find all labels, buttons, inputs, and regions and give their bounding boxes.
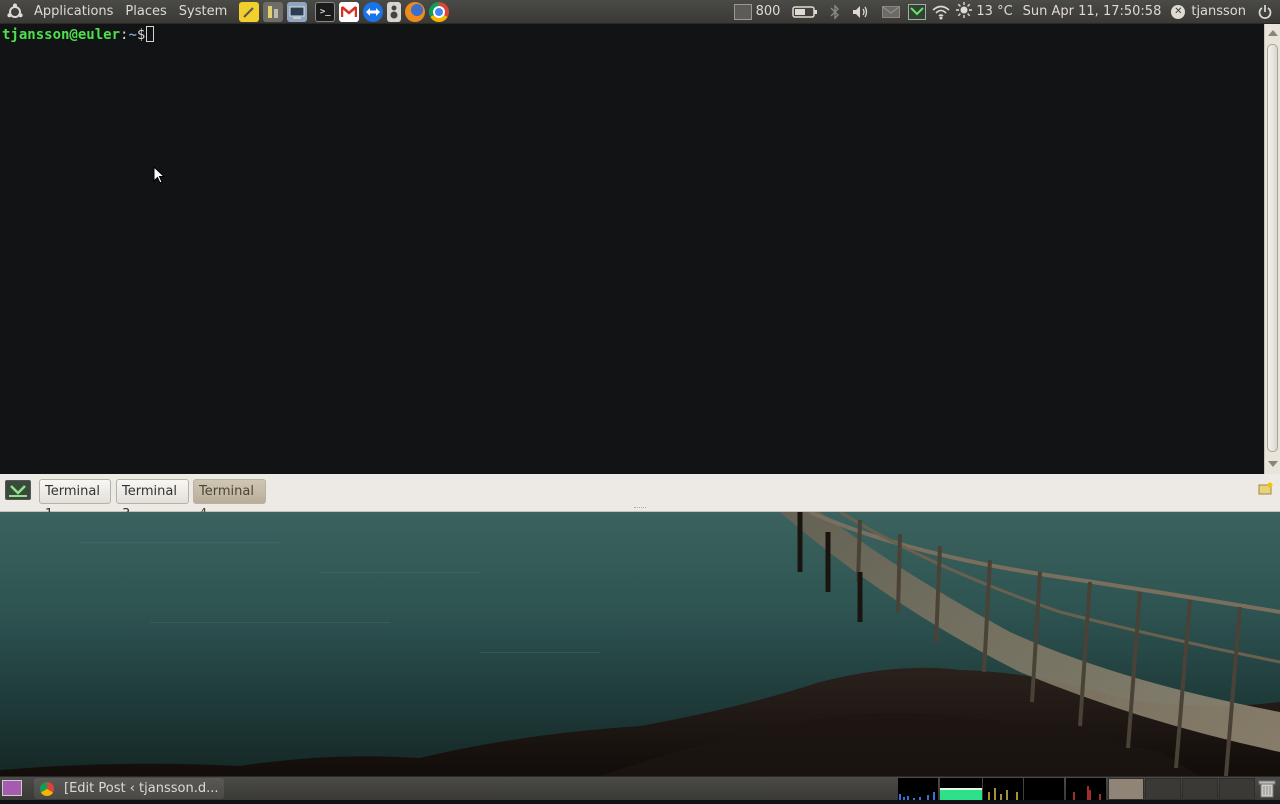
top-panel: Applications Places System >_ 800 13 °C …: [0, 0, 1280, 24]
cpu-graph[interactable]: [898, 778, 938, 800]
gmail-icon[interactable]: [339, 1, 360, 22]
user-switcher[interactable]: ✕ tjansson: [1167, 0, 1252, 24]
wifi-icon[interactable]: [928, 0, 954, 24]
network-graph[interactable]: [983, 778, 1023, 800]
workspace-1[interactable]: [1108, 778, 1144, 800]
workspace-2[interactable]: [1145, 778, 1181, 800]
chrome-icon[interactable]: [429, 1, 450, 22]
battery-icon[interactable]: [786, 0, 824, 24]
mail-icon[interactable]: [876, 0, 906, 24]
chrome-icon: [40, 781, 54, 796]
terminal-tab-bar: Terminal 1 Terminal 3 Terminal 4: [0, 474, 1280, 522]
sun-icon: [956, 1, 973, 22]
menu-applications[interactable]: Applications: [28, 0, 119, 24]
mouse-pointer-icon: [153, 165, 166, 188]
taskbar-window-chrome[interactable]: [Edit Post ‹ tjansson.d...: [34, 778, 224, 799]
memory-graph[interactable]: [940, 778, 982, 800]
prompt-path: ~: [128, 27, 137, 43]
network-monitor-icon[interactable]: [906, 0, 928, 24]
workspace-4[interactable]: [1219, 778, 1255, 800]
load-graph[interactable]: [1066, 778, 1106, 800]
terminal-view[interactable]: tjansson@euler:~$: [0, 24, 1264, 474]
text-cursor: [146, 26, 155, 42]
system-tray: 800 13 °C Sun Apr 11, 17:50:58 ✕ tjansso…: [728, 0, 1280, 24]
workspace-3[interactable]: [1182, 778, 1218, 800]
trash-icon[interactable]: [1258, 779, 1276, 798]
terminal-scrollbar[interactable]: [1264, 24, 1280, 474]
show-desktop-icon[interactable]: [2, 780, 22, 796]
scroll-thumb[interactable]: [1267, 44, 1278, 452]
tab-terminal-3[interactable]: Terminal 3: [116, 479, 189, 522]
cpu-frequency-indicator[interactable]: 800: [728, 0, 787, 24]
ubuntu-logo-icon[interactable]: [0, 0, 28, 24]
temperature-value: 13 °C: [976, 4, 1013, 19]
power-icon[interactable]: [1252, 0, 1280, 24]
cpu-frequency-value: 800: [755, 4, 781, 19]
add-tab-button[interactable]: [5, 480, 31, 500]
computer-icon[interactable]: [287, 1, 308, 22]
prompt-char: $: [136, 27, 146, 43]
cpu-icon: [733, 3, 752, 20]
clock[interactable]: Sun Apr 11, 17:50:58: [1017, 0, 1168, 24]
teamviewer-icon[interactable]: [363, 1, 384, 22]
taskbar-window-title: [Edit Post ‹ tjansson.d...: [64, 781, 219, 796]
volume-icon[interactable]: [846, 0, 876, 24]
notification-icon[interactable]: [1258, 481, 1274, 500]
desktop-wallpaper: [0, 512, 1280, 776]
prompt-user-host: tjansson@euler: [2, 27, 121, 43]
firefox-icon[interactable]: [405, 1, 426, 22]
resize-grip[interactable]: [634, 507, 646, 510]
prompt-line: tjansson@euler:~$: [2, 26, 155, 44]
scroll-up-arrow-icon[interactable]: [1268, 30, 1278, 36]
menu-places[interactable]: Places: [119, 0, 172, 24]
bluetooth-icon[interactable]: [824, 0, 846, 24]
speaker-icon[interactable]: [387, 1, 402, 22]
network-tools-icon[interactable]: [263, 1, 284, 22]
user-name: tjansson: [1191, 4, 1246, 19]
tab-terminal-1[interactable]: Terminal 1: [39, 479, 111, 522]
notes-icon[interactable]: [239, 1, 260, 22]
user-status-icon: ✕: [1171, 4, 1186, 19]
bottom-panel: [Edit Post ‹ tjansson.d...: [0, 776, 1280, 800]
terminal-icon[interactable]: >_: [315, 1, 336, 22]
scroll-down-arrow-icon[interactable]: [1268, 461, 1278, 467]
swap-graph[interactable]: [1024, 778, 1064, 800]
weather-indicator[interactable]: 13 °C: [954, 0, 1016, 24]
menu-system[interactable]: System: [173, 0, 233, 24]
tab-terminal-4[interactable]: Terminal 4: [193, 479, 266, 522]
